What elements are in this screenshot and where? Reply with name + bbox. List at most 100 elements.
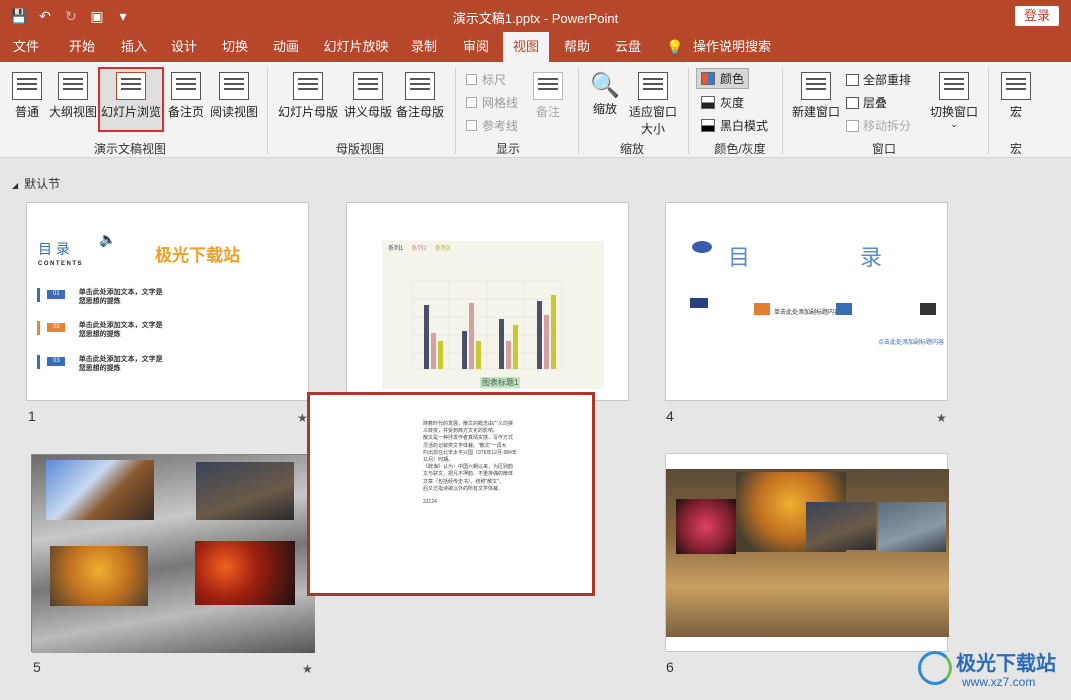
checkbox-box: [466, 74, 477, 85]
chevron-down-icon: ⌄: [950, 119, 958, 129]
decorative-shape: [692, 241, 712, 253]
notes-master-icon: [405, 72, 435, 100]
grayscale-icon: [701, 96, 715, 109]
speaker-icon: 🔈: [99, 231, 117, 247]
ribbon-separator: [267, 68, 268, 154]
handout-master-button[interactable]: 讲义母版: [342, 72, 394, 120]
agenda-text: 单击此处添加文本，文字是 您思想的提炼: [78, 289, 163, 305]
move-split-button[interactable]: 移动拆分: [846, 117, 911, 134]
new-window-icon: [801, 72, 831, 100]
guides-checkbox[interactable]: 参考线: [466, 117, 518, 134]
slide-master-button[interactable]: 幻灯片母版: [276, 72, 340, 120]
notes-page-button[interactable]: 备注页: [166, 72, 206, 120]
macros-button[interactable]: 宏: [998, 72, 1034, 120]
handout-master-icon: [353, 72, 383, 100]
tab-file[interactable]: 文件: [2, 32, 50, 62]
agenda-bar: [37, 288, 40, 302]
chart-bars: [424, 295, 556, 369]
ruler-checkbox[interactable]: 标尺: [466, 71, 506, 88]
black-white-icon: [701, 119, 715, 132]
switch-window-button[interactable]: 切换窗口 ⌄: [928, 72, 980, 129]
login-button[interactable]: 登录: [1015, 6, 1059, 26]
tab-transitions[interactable]: 切换: [211, 32, 259, 62]
slide-number: 6: [666, 659, 674, 675]
tab-home[interactable]: 开始: [58, 32, 106, 62]
tell-me-search[interactable]: 操作说明搜索: [690, 32, 774, 62]
normal-view-icon: [12, 72, 42, 100]
agenda-tag: 02: [47, 323, 66, 332]
tab-insert[interactable]: 插入: [110, 32, 158, 62]
slide-thumbnail[interactable]: [665, 453, 949, 652]
checkbox-box: [466, 120, 477, 131]
decorative-shape: [690, 298, 708, 308]
reading-view-icon: [219, 72, 249, 100]
slide-image: [196, 462, 294, 520]
reading-view-button[interactable]: 阅读视图: [208, 72, 260, 120]
tab-record[interactable]: 录制: [400, 32, 448, 62]
tab-animations[interactable]: 动画: [262, 32, 310, 62]
switch-window-icon: [939, 72, 969, 100]
slide-title-text: 目 录: [38, 241, 70, 257]
slide-number: 4: [666, 408, 674, 424]
notes-button[interactable]: 备注: [530, 72, 566, 120]
ribbon-separator: [578, 68, 579, 154]
tab-cloud[interactable]: 云盘: [604, 32, 652, 62]
agenda-text: 单击此处添加文本，文字是 您思想的提炼: [78, 322, 163, 338]
ribbon-separator: [688, 68, 689, 154]
cascade-button[interactable]: 层叠: [846, 94, 887, 111]
decorative-shape: [754, 303, 770, 315]
transition-star-icon: ★: [302, 662, 313, 676]
tab-design[interactable]: 设计: [160, 32, 208, 62]
zoom-button[interactable]: 🔍 缩放: [588, 72, 622, 117]
transition-star-icon: ★: [936, 411, 947, 425]
group-label-macros: 宏: [1009, 142, 1022, 156]
slide-sorter-button[interactable]: 幻灯片浏览: [100, 72, 162, 120]
slide-image: [878, 502, 946, 552]
tab-view[interactable]: 视图: [503, 32, 549, 62]
slide-subtitle-text: CONTENTS: [38, 261, 83, 267]
slide-title-text: 目: [728, 245, 751, 270]
normal-view-button[interactable]: 普通: [8, 72, 46, 120]
slide-thumbnail[interactable]: [31, 454, 315, 653]
chart-svg: [411, 280, 563, 370]
decorative-shape: [920, 303, 936, 315]
agenda-item: 02 单击此处添加文本，文字是 您思想的提炼: [37, 321, 163, 339]
checkbox-box: [466, 97, 477, 108]
new-window-button[interactable]: 新建窗口: [790, 72, 842, 120]
ribbon-tabs: 文件 开始 插入 设计 切换 动画 幻灯片放映 录制 审阅 视图 帮助 云盘 💡…: [0, 32, 1071, 62]
gridlines-checkbox[interactable]: 网格线: [466, 94, 518, 111]
tab-help[interactable]: 帮助: [553, 32, 601, 62]
slide-number: 5: [33, 659, 41, 675]
black-white-button[interactable]: 黑白模式: [701, 117, 768, 134]
tab-review[interactable]: 审阅: [452, 32, 500, 62]
section-header[interactable]: ◢ 默认节: [12, 175, 60, 192]
arrange-all-button[interactable]: 全部重排: [846, 71, 911, 88]
tab-slideshow[interactable]: 幻灯片放映: [318, 32, 394, 62]
watermark-url: www.xz7.com: [962, 675, 1036, 689]
fit-to-window-button[interactable]: 适应窗口大小: [626, 72, 680, 137]
watermark-logo-icon: [918, 651, 952, 685]
slide-image: [806, 502, 876, 550]
collapse-triangle-icon[interactable]: ◢: [12, 181, 18, 190]
slide-body-text: 单击此处添加副标题内容: [774, 310, 841, 316]
slide-thumbnail[interactable]: 目 录 🔈 CONTENTS 极光下载站 01 单击此处添加文本，文字是 您思想…: [26, 202, 309, 401]
slide-title-text: 录: [860, 245, 883, 270]
slide-body-text: 点击此处添加副标题内容: [878, 340, 945, 346]
arrange-all-icon: [846, 73, 859, 86]
ribbon-separator: [455, 68, 456, 154]
slide-image: [46, 460, 154, 520]
slide-thumbnail[interactable]: 系列1 系列2 系列3 图表标题1: [346, 202, 629, 401]
group-label-color: 颜色/灰度: [714, 142, 766, 156]
slide-headline-text: 极光下载站: [155, 246, 240, 265]
slide-thumbnail[interactable]: 目 录 单击此处添加副标题内容 点击此处添加副标题内容: [665, 202, 948, 401]
agenda-tag: 01: [47, 290, 66, 299]
group-label-master-views: 母版视图: [335, 142, 384, 156]
outline-view-button[interactable]: 大纲视图: [48, 72, 98, 120]
agenda-bar: [37, 355, 40, 369]
grayscale-button[interactable]: 灰度: [701, 94, 744, 111]
agenda-bar: [37, 321, 40, 335]
color-mode-button[interactable]: 颜色: [696, 68, 750, 89]
dragged-slide-thumbnail[interactable]: 随着时代的发展，散文的概念由广义向狭 义转变，并受到西方文化的影响。 散文是一种…: [307, 392, 595, 596]
slide-image: [676, 499, 736, 554]
notes-master-button[interactable]: 备注母版: [394, 72, 446, 120]
